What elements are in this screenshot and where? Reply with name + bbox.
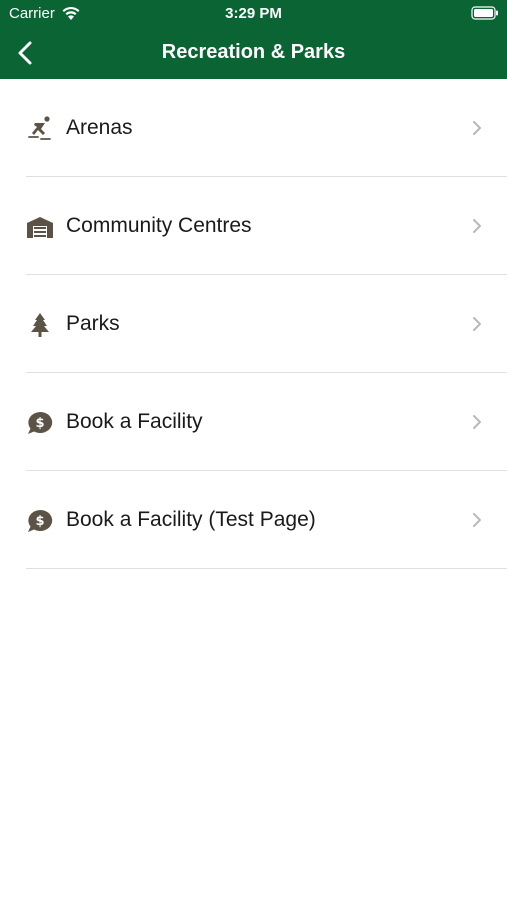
list-item-label: Parks: [66, 312, 120, 335]
menu-list: Arenas Community Centres Parks $ Book a …: [0, 79, 507, 569]
building-icon: [27, 217, 53, 238]
list-item-label: Book a Facility (Test Page): [66, 508, 316, 531]
nav-bar: Recreation & Parks: [0, 28, 507, 79]
chevron-right-icon: [473, 513, 481, 527]
list-item-book-facility[interactable]: $ Book a Facility: [0, 373, 507, 471]
status-time: 3:29 PM: [225, 5, 282, 22]
chevron-right-icon: [473, 415, 481, 429]
list-item-arenas[interactable]: Arenas: [0, 79, 507, 177]
svg-text:$: $: [35, 416, 44, 431]
divider: [26, 568, 507, 569]
money-chat-icon: $: [28, 509, 53, 532]
list-item-community-centres[interactable]: Community Centres: [0, 177, 507, 275]
list-item-label: Arenas: [66, 116, 133, 139]
skater-icon: [28, 116, 51, 140]
chevron-right-icon: [473, 317, 481, 331]
page-title: Recreation & Parks: [161, 41, 346, 63]
list-item-parks[interactable]: Parks: [0, 275, 507, 373]
pine-tree-icon: [31, 313, 49, 337]
list-item-label: Community Centres: [66, 214, 252, 237]
chevron-right-icon: [473, 219, 481, 233]
battery-icon: [471, 6, 498, 20]
app-header: Carrier 3:29 PM Recreation & Parks: [0, 0, 507, 79]
list-item-label: Book a Facility: [66, 410, 203, 433]
svg-text:$: $: [35, 514, 44, 529]
chevron-right-icon: [473, 121, 481, 135]
money-chat-icon: $: [28, 411, 53, 434]
status-bar: Carrier 3:29 PM: [0, 0, 507, 28]
list-item-book-facility-test[interactable]: $ Book a Facility (Test Page): [0, 471, 507, 569]
